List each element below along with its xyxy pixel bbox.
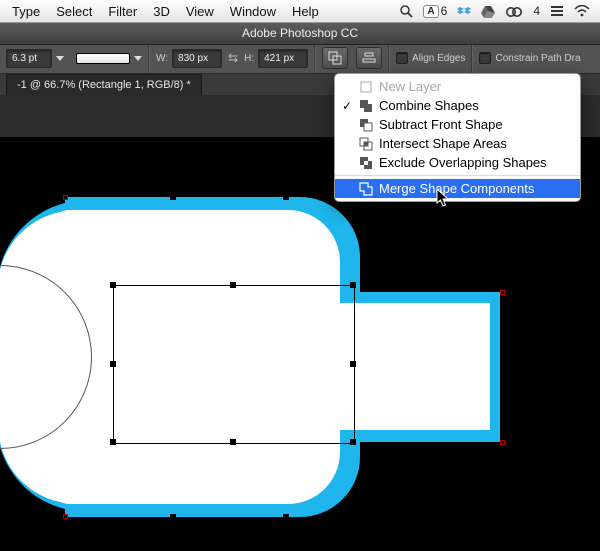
menu-type[interactable]: Type — [4, 4, 48, 19]
handle-nw[interactable] — [110, 282, 116, 288]
dropdown-caret-icon[interactable] — [134, 54, 142, 62]
handle-w[interactable] — [110, 361, 116, 367]
document-tab[interactable]: -1 @ 66.7% (Rectangle 1, RGB/8) * — [6, 74, 202, 95]
anchor-point[interactable] — [63, 514, 68, 519]
height-field[interactable]: 421 px — [258, 49, 308, 68]
anchor-point[interactable] — [500, 290, 505, 295]
menu-help[interactable]: Help — [284, 4, 327, 19]
mac-menubar: Type Select Filter 3D View Window Help A… — [0, 0, 600, 23]
creative-cloud-icon[interactable] — [505, 4, 523, 18]
menu-item-new-layer: New Layer — [335, 77, 580, 96]
intersect-icon — [359, 137, 373, 151]
tray-number[interactable]: 4 — [533, 4, 540, 18]
menu-extra-icon[interactable] — [550, 5, 564, 17]
handle-ne[interactable] — [350, 282, 356, 288]
drive-icon[interactable] — [481, 4, 495, 18]
height-label: H: — [244, 53, 254, 64]
handle-se[interactable] — [350, 439, 356, 445]
menu-item-intersect[interactable]: Intersect Shape Areas — [335, 134, 580, 153]
menu-separator — [335, 175, 580, 176]
menu-window[interactable]: Window — [222, 4, 284, 19]
menu-filter[interactable]: Filter — [100, 4, 145, 19]
constrain-path-checkbox[interactable]: Constrain Path Dra — [479, 52, 580, 64]
align-icon — [362, 51, 376, 65]
outer-handle[interactable] — [170, 194, 176, 200]
menu-item-merge[interactable]: Merge Shape Components — [335, 179, 580, 198]
transform-box[interactable] — [113, 285, 355, 444]
path-operations-menu: New Layer ✓ Combine Shapes Subtract Fron… — [334, 73, 581, 202]
menu-view[interactable]: View — [178, 4, 222, 19]
path-operations-button[interactable] — [322, 47, 348, 69]
magnify-icon[interactable] — [399, 4, 413, 18]
menu-item-combine[interactable]: ✓ Combine Shapes — [335, 96, 580, 115]
handle-s[interactable] — [230, 439, 236, 445]
dropdown-caret-icon[interactable] — [56, 54, 64, 62]
menu-item-exclude[interactable]: Exclude Overlapping Shapes — [335, 153, 580, 172]
outer-handle[interactable] — [283, 514, 289, 520]
menu-3d[interactable]: 3D — [145, 4, 178, 19]
new-layer-icon — [359, 80, 373, 94]
menu-select[interactable]: Select — [48, 4, 100, 19]
path-align-button[interactable] — [356, 47, 382, 69]
adobe-badge[interactable]: A6 — [423, 4, 447, 18]
anchor-point[interactable] — [63, 195, 68, 200]
link-wh-icon[interactable]: ⇆ — [226, 51, 240, 65]
handle-sw[interactable] — [110, 439, 116, 445]
options-bar: 6.3 pt W: 830 px ⇆ H: 421 px Align Edges… — [0, 43, 600, 74]
menu-tray: A6 4 — [399, 4, 596, 18]
handle-e[interactable] — [350, 361, 356, 367]
outer-handle[interactable] — [283, 194, 289, 200]
anchor-point[interactable] — [500, 440, 505, 445]
subtract-icon — [359, 118, 373, 132]
app-title: Adobe Photoshop CC — [242, 26, 358, 40]
width-field[interactable]: 830 px — [172, 49, 222, 68]
combine-icon — [359, 99, 373, 113]
path-ops-icon — [328, 51, 342, 65]
dropbox-icon[interactable] — [457, 4, 471, 18]
handle-n[interactable] — [230, 282, 236, 288]
exclude-icon — [359, 156, 373, 170]
checkmark-icon: ✓ — [341, 99, 353, 113]
menu-item-subtract[interactable]: Subtract Front Shape — [335, 115, 580, 134]
wifi-icon[interactable] — [574, 5, 590, 17]
align-edges-checkbox[interactable]: Align Edges — [396, 52, 465, 64]
stroke-width-field[interactable]: 6.3 pt — [6, 49, 52, 68]
merge-icon — [359, 182, 373, 196]
outer-handle[interactable] — [170, 514, 176, 520]
stroke-style-preview[interactable] — [76, 53, 130, 64]
width-label: W: — [156, 53, 168, 64]
app-titlebar: Adobe Photoshop CC — [0, 22, 600, 45]
